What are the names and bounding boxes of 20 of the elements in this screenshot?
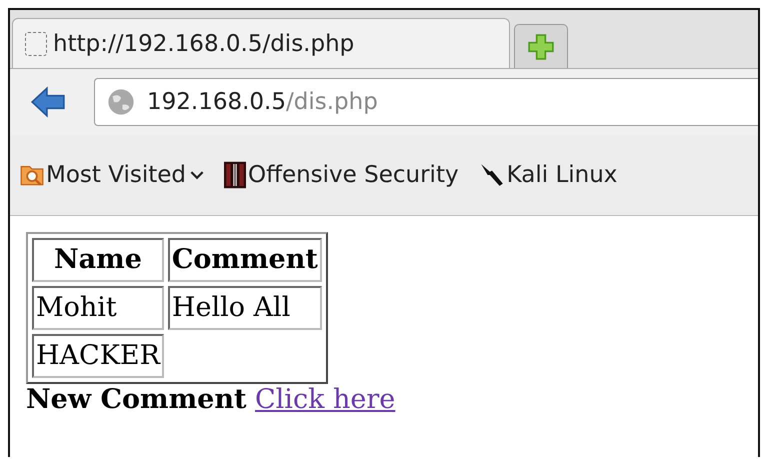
column-header: Name [32,238,164,282]
back-arrow-icon[interactable] [30,86,66,118]
chevron-icon [190,170,204,180]
plus-icon [528,34,554,60]
new-comment-label: New Comment [26,384,246,415]
logo-icon [224,161,246,189]
bookmark-item[interactable]: Kali Linux [478,162,618,188]
click-here-link[interactable]: Click here [255,384,396,415]
table-cell: Mohit [32,286,164,330]
browser-tab[interactable]: http://192.168.0.5/dis.php [12,18,510,68]
url-text: 192.168.0.5/dis.php [147,89,378,115]
table-cell: HACKER [32,334,164,378]
bookmark-item[interactable]: Offensive Security [224,161,459,189]
address-bar[interactable]: 192.168.0.5/dis.php [94,78,758,126]
column-header: Comment [168,238,322,282]
globe-icon [107,88,135,116]
folder-icon [20,163,44,187]
bookmark-item[interactable]: Most Visited [20,162,204,188]
table-cell: Hello All [168,286,322,330]
blank-page-icon [25,32,47,56]
